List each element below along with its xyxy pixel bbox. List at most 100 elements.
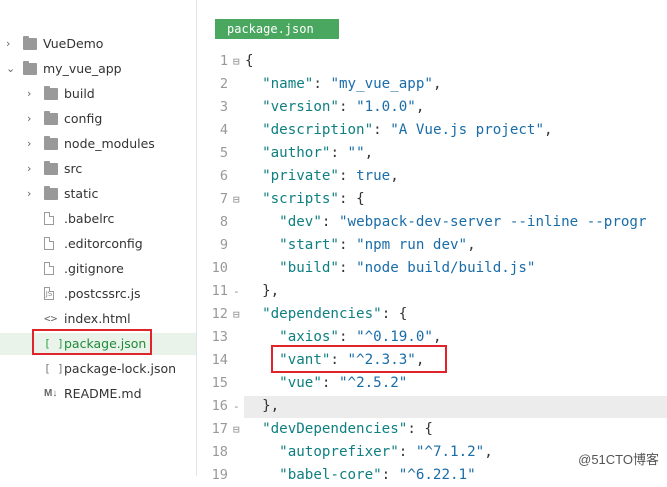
selected-file-highlight: [32, 329, 152, 355]
code-text: "name": "my_vue_app",: [262, 76, 442, 92]
chevron-right-icon[interactable]: ›: [27, 133, 37, 155]
line-number: 7: [219, 191, 228, 207]
code-line[interactable]: 16- },: [197, 395, 667, 418]
code-text: "start": "npm run dev",: [279, 237, 476, 253]
line-number: 2: [219, 76, 228, 92]
tree-item-label: package-lock.json: [64, 361, 177, 376]
code-text: },: [245, 398, 280, 414]
line-number: 16: [211, 398, 228, 414]
line-number: 5: [219, 145, 228, 161]
file-item-package-lock-json[interactable]: [ ] package-lock.json: [0, 358, 196, 380]
line-number: 12: [211, 306, 228, 322]
code-line[interactable]: 15 "vue": "^2.5.2": [197, 372, 667, 395]
tree-item-label: src: [64, 161, 83, 176]
line-number: 4: [219, 122, 228, 138]
line-number: 1: [219, 53, 228, 69]
fold-toggle-icon[interactable]: ⊟: [233, 188, 245, 211]
chevron-right-icon[interactable]: ›: [27, 183, 37, 205]
tree-item-label: .postcssrc.js: [64, 286, 141, 301]
tree-item-label: index.html: [64, 311, 131, 326]
folder-icon: [44, 161, 58, 175]
code-text: "devDependencies": {: [262, 421, 433, 437]
html-file-icon: <>: [44, 312, 58, 325]
code-text: "vue": "^2.5.2": [279, 375, 408, 391]
code-editor[interactable]: package.json 1 ⊟{2 "name": "my_vue_app", 3…: [197, 0, 667, 483]
folder-icon: [23, 61, 37, 75]
fold-toggle-icon[interactable]: ⊟: [233, 303, 245, 326]
fold-toggle-icon[interactable]: ⊟: [233, 418, 245, 441]
code-text: "build": "node build/build.js": [279, 260, 536, 276]
folder-item-build[interactable]: › build: [0, 83, 196, 105]
code-line[interactable]: 1 ⊟{: [197, 50, 667, 73]
folder-item-static[interactable]: › static: [0, 183, 196, 205]
code-line[interactable]: 11- },: [197, 280, 667, 303]
tree-item-label: VueDemo: [43, 36, 104, 51]
file-item-gitignore[interactable]: .gitignore: [0, 258, 196, 280]
tree-item-label: config: [64, 111, 103, 126]
line-number: 10: [211, 260, 228, 276]
file-item-index-html[interactable]: <> index.html: [0, 308, 196, 330]
tree-item-label: static: [64, 186, 99, 201]
folder-icon: [44, 111, 58, 125]
folder-icon: [44, 86, 58, 100]
folder-icon: [44, 136, 58, 150]
code-line[interactable]: 2 "name": "my_vue_app",: [197, 73, 667, 96]
markdown-file-icon: M↓: [44, 388, 58, 399]
code-text: "dependencies": {: [262, 306, 408, 322]
code-text: "private": true,: [262, 168, 399, 184]
code-line[interactable]: 3 "version": "1.0.0",: [197, 96, 667, 119]
vant-dependency-highlight: [271, 345, 447, 373]
code-text: "scripts": {: [262, 191, 365, 207]
code-text: "autoprefixer": "^7.1.2",: [279, 444, 493, 460]
file-item-postcssrc-js[interactable]: JS .postcssrc.js: [0, 283, 196, 305]
line-number: 9: [219, 237, 228, 253]
tree-item-label: build: [64, 86, 95, 101]
chevron-right-icon[interactable]: ›: [27, 108, 37, 130]
fold-marker-icon: -: [233, 400, 240, 413]
line-number: 6: [219, 168, 228, 184]
js-file-icon: JS: [44, 287, 54, 300]
file-item-babelrc[interactable]: .babelrc: [0, 208, 196, 230]
line-number: 13: [211, 329, 228, 345]
tab-package-json[interactable]: package.json: [215, 19, 339, 39]
line-number: 17: [211, 421, 228, 437]
code-line[interactable]: 10 "build": "node build/build.js": [197, 257, 667, 280]
code-line[interactable]: 4 "description": "A Vue.js project",: [197, 119, 667, 142]
folder-item-vuedemo[interactable]: › VueDemo: [0, 33, 196, 55]
tree-item-label: my_vue_app: [43, 61, 122, 76]
folder-icon: [23, 36, 37, 50]
file-icon: [44, 262, 54, 275]
code-text: "version": "1.0.0",: [262, 99, 425, 115]
code-line[interactable]: 17 ⊟ "devDependencies": {: [197, 418, 667, 441]
chevron-right-icon[interactable]: ›: [27, 158, 37, 180]
code-text: "description": "A Vue.js project",: [262, 122, 553, 138]
code-line[interactable]: 6 "private": true,: [197, 165, 667, 188]
folder-item-src[interactable]: › src: [0, 158, 196, 180]
fold-marker-icon: -: [233, 285, 240, 298]
tree-item-label: node_modules: [64, 136, 155, 151]
code-line[interactable]: 7 ⊟ "scripts": {: [197, 188, 667, 211]
folder-item-config[interactable]: › config: [0, 108, 196, 130]
file-icon: [44, 237, 54, 250]
code-line[interactable]: 8 "dev": "webpack-dev-server --inline --…: [197, 211, 667, 234]
fold-toggle-icon[interactable]: ⊟: [233, 50, 245, 73]
folder-item-my-vue-app[interactable]: ⌄ my_vue_app: [0, 58, 196, 80]
json-file-icon: [ ]: [44, 362, 64, 375]
tree-item-label: .editorconfig: [64, 236, 143, 251]
line-number: 18: [211, 444, 228, 460]
folder-item-node-modules[interactable]: › node_modules: [0, 133, 196, 155]
file-item-readme-md[interactable]: M↓ README.md: [0, 383, 196, 405]
file-item-editorconfig[interactable]: .editorconfig: [0, 233, 196, 255]
code-text: {: [245, 53, 254, 69]
chevron-right-icon[interactable]: ›: [27, 83, 37, 105]
file-icon: [44, 212, 54, 225]
watermark: @51CTO博客: [578, 452, 659, 467]
chevron-down-icon[interactable]: ⌄: [6, 58, 16, 80]
line-number: 15: [211, 375, 228, 391]
code-line[interactable]: 9 "start": "npm run dev",: [197, 234, 667, 257]
chevron-right-icon[interactable]: ›: [6, 33, 16, 55]
code-line[interactable]: 5 "author": "",: [197, 142, 667, 165]
line-number: 14: [211, 352, 228, 368]
code-line[interactable]: 12 ⊟ "dependencies": {: [197, 303, 667, 326]
tree-item-label: README.md: [64, 386, 142, 401]
